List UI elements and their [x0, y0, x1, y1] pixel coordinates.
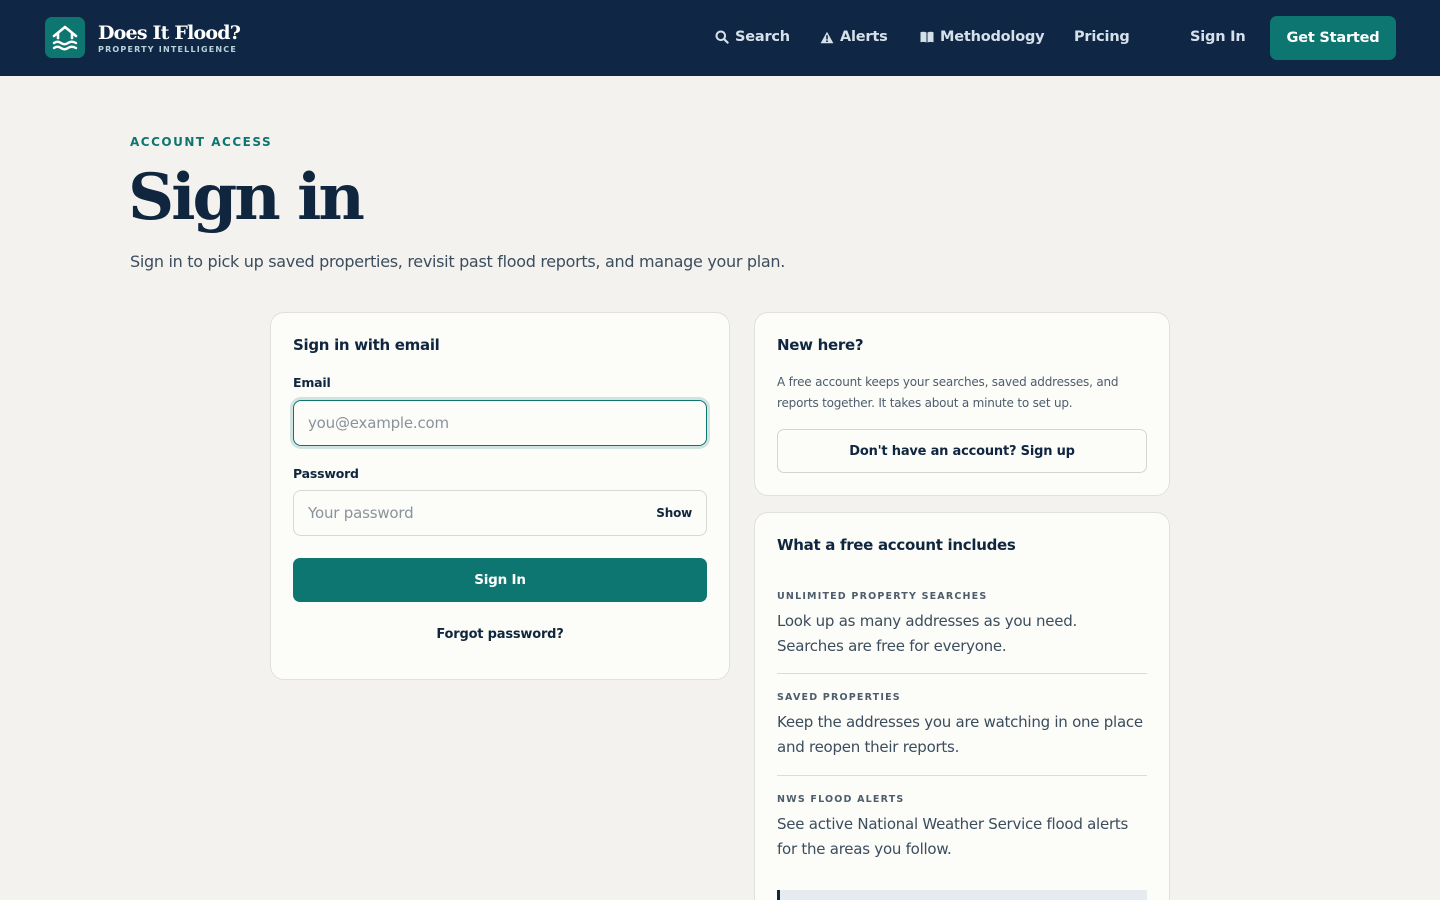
house-waves-logo-icon [45, 17, 85, 58]
password-label: Password [293, 466, 359, 481]
forgot-password-link[interactable]: Forgot password? [293, 627, 707, 642]
info-callout [777, 890, 1147, 900]
page-lead: Sign in to pick up saved properties, rev… [130, 252, 786, 271]
feature-heading: SAVED PROPERTIES [777, 692, 901, 703]
feature-description: Look up as many addresses as you need. S… [777, 612, 1078, 655]
nav-alerts-label: Alerts [840, 29, 888, 45]
feature-heading: UNLIMITED PROPERTY SEARCHES [777, 591, 988, 602]
feature-heading: NWS FLOOD ALERTS [777, 794, 905, 805]
top-navigation-bar: Does It Flood? PROPERTY INTELLIGENCE Sea… [0, 0, 1440, 76]
nav-search-label: Search [735, 29, 790, 45]
nav-sign-in-label: Sign In [1190, 29, 1246, 45]
new-account-description: A free account keeps your searches, save… [777, 375, 1119, 410]
password-field[interactable]: Your password Show [293, 490, 707, 536]
page-title: Sign in [128, 160, 365, 235]
brand-tagline: PROPERTY INTELLIGENCE [98, 44, 238, 54]
new-account-title: New here? [777, 336, 864, 354]
email-label: Email [293, 375, 331, 390]
features-title: What a free account includes [777, 536, 1016, 554]
get-started-button[interactable]: Get Started [1270, 16, 1396, 60]
search-icon [715, 30, 729, 44]
feature-description: Keep the addresses you are watching in o… [777, 713, 1143, 756]
nav-search[interactable]: Search [715, 29, 790, 45]
email-placeholder: you@example.com [308, 414, 449, 432]
new-account-card: New here? A free account keeps your sear… [754, 312, 1170, 496]
password-placeholder: Your password [308, 504, 414, 522]
sign-up-button[interactable]: Don't have an account? Sign up [777, 429, 1147, 473]
nav-pricing-label: Pricing [1074, 29, 1130, 45]
nav-pricing[interactable]: Pricing [1074, 29, 1130, 45]
feature-description: See active National Weather Service floo… [777, 815, 1129, 858]
nav-sign-in[interactable]: Sign In [1190, 29, 1246, 45]
feature-divider [777, 775, 1147, 776]
brand-name: Does It Flood? [98, 21, 241, 44]
show-password-toggle[interactable]: Show [656, 506, 692, 520]
email-field[interactable]: you@example.com [293, 400, 707, 446]
book-icon [920, 31, 934, 43]
sign-in-button[interactable]: Sign In [293, 558, 707, 602]
nav-methodology[interactable]: Methodology [920, 29, 1045, 45]
warning-icon [820, 31, 834, 43]
sign-in-card: Sign in with email Email you@example.com… [270, 312, 730, 680]
brand-link[interactable]: Does It Flood? PROPERTY INTELLIGENCE [45, 17, 241, 58]
sign-in-card-title: Sign in with email [293, 336, 440, 354]
nav-methodology-label: Methodology [940, 29, 1045, 45]
features-card: What a free account includes UNLIMITED P… [754, 512, 1170, 900]
eyebrow-label: ACCOUNT ACCESS [130, 135, 273, 149]
feature-divider [777, 673, 1147, 674]
nav-alerts[interactable]: Alerts [820, 29, 888, 45]
